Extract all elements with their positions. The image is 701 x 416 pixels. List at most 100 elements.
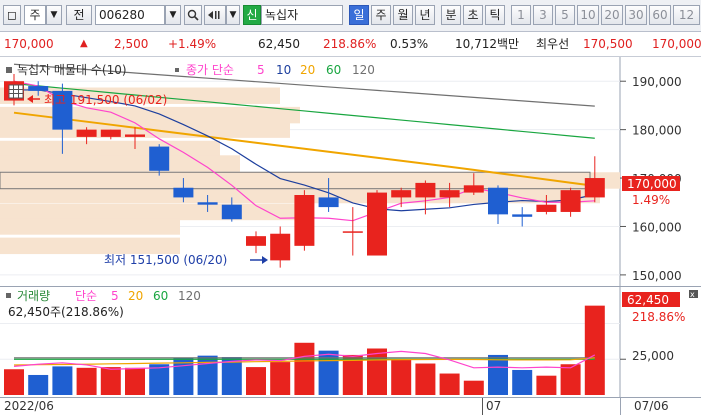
interval-30-label: 30	[628, 8, 644, 22]
interval-5-label: 5	[561, 8, 569, 22]
interval-20-label: 20	[604, 8, 620, 22]
period-year-button[interactable]: 년	[415, 5, 435, 25]
volume-chart[interactable]: 거래량 단순 5 20 60 120 62,450주(218.86%) 25,0…	[0, 287, 701, 397]
stock-name-field[interactable]: 녹십자	[261, 5, 343, 25]
candle-body	[367, 192, 387, 256]
best-ask: 170,500	[583, 37, 633, 51]
volume-bar	[584, 305, 605, 395]
turnover-rate: 0.53%	[390, 37, 429, 51]
legend-marker	[6, 67, 12, 73]
volume-bar	[149, 364, 170, 395]
volume-current-pct: 218.86%	[632, 310, 685, 324]
interval-3-button[interactable]: 3	[533, 5, 553, 25]
candle-body	[270, 233, 291, 261]
period-tick-label: 틱	[489, 8, 501, 22]
volume-current-tag-text: 62,450	[627, 293, 669, 307]
interval-10-label: 10	[580, 8, 596, 22]
interval-3-label: 3	[539, 8, 547, 22]
trade-amount: 10,712백만	[455, 37, 520, 51]
jeon-label: 전	[73, 8, 85, 22]
volume-bar	[76, 367, 97, 395]
volume-ma-label: 단순	[75, 289, 97, 303]
period-month-button[interactable]: 월	[393, 5, 413, 25]
candle-body	[197, 202, 218, 205]
prev-stock-icon[interactable]	[204, 5, 226, 25]
candle-body	[415, 182, 436, 198]
vma60-legend: 60	[153, 289, 168, 303]
volume-bar	[28, 374, 49, 395]
market-dropdown-icon[interactable]: ▼	[46, 5, 62, 25]
up-arrow-icon: ▲	[80, 38, 88, 49]
interval-60-button[interactable]: 60	[649, 5, 671, 25]
candle-body	[391, 190, 412, 198]
credit-badge[interactable]: 신	[243, 5, 261, 25]
volume-bar	[560, 364, 581, 395]
candle-body	[584, 178, 605, 198]
volume-profile-band	[0, 203, 300, 221]
code-value: 006280	[99, 8, 145, 22]
price-y-tick-label: 160,000	[632, 220, 682, 234]
vma120-legend: 120	[178, 289, 201, 303]
period-second-button[interactable]: 초	[463, 5, 483, 25]
interval-30-button[interactable]: 30	[625, 5, 647, 25]
low-annotation: 최저 151,500 (06/20)	[104, 253, 227, 267]
volume-profile-band	[0, 218, 180, 235]
price-y-tick-label: 190,000	[632, 75, 682, 89]
history-dropdown-icon[interactable]: ▼	[226, 5, 240, 25]
interval-12-label: 12	[678, 8, 695, 22]
interval-1-label: 1	[517, 8, 525, 22]
volume-y-tick: 25,000	[632, 349, 674, 363]
interval-10-button[interactable]: 10	[577, 5, 599, 25]
volume-profile-band	[0, 155, 240, 172]
jeon-button[interactable]: 전	[66, 5, 92, 25]
period-tick-button[interactable]: 틱	[485, 5, 505, 25]
candle-body	[463, 185, 484, 193]
best-quote-label: 최우선	[536, 37, 570, 51]
candle-body	[76, 129, 97, 137]
interval-20-button[interactable]: 20	[601, 5, 623, 25]
vma5-legend: 5	[111, 289, 119, 303]
volume-ratio: 218.86%	[323, 37, 377, 51]
candle-body	[342, 231, 363, 233]
price-panel-title: 녹십자 매물대 수(10)	[17, 63, 127, 77]
market-select[interactable]: 주	[24, 5, 46, 25]
interval-5-button[interactable]: 5	[555, 5, 575, 25]
current-pct-tag: 1.49%	[632, 193, 670, 207]
period-day-label: 일	[353, 8, 365, 22]
table-icon[interactable]	[8, 84, 24, 99]
volume-bar	[367, 348, 387, 395]
vma20-legend: 20	[128, 289, 143, 303]
x-axis-end-label: 07/06	[634, 399, 669, 413]
candle-body	[149, 146, 170, 171]
x-axis-divider	[620, 398, 621, 415]
x-axis-month-tick	[482, 398, 483, 415]
volume-bar	[488, 354, 508, 395]
code-input[interactable]: 006280	[95, 5, 165, 25]
candle-body	[125, 134, 145, 137]
volume-panel-title: 거래량	[17, 289, 50, 303]
volume-bar	[294, 342, 315, 395]
high-annotation: 최고 191,500 (06/02)	[44, 93, 167, 107]
interval-12-button[interactable]: 12	[673, 5, 700, 25]
code-dropdown-icon[interactable]: ▼	[165, 5, 181, 25]
period-minute-button[interactable]: 분	[441, 5, 461, 25]
ma120-legend: 120	[352, 63, 375, 77]
ma10-legend: 10	[276, 63, 291, 77]
ma60-legend: 60	[326, 63, 341, 77]
period-minute-label: 분	[445, 8, 457, 22]
ma20-legend: 20	[300, 63, 315, 77]
candle-body	[294, 195, 315, 246]
interval-1-button[interactable]: 1	[511, 5, 531, 25]
period-week-button[interactable]: 주	[371, 5, 391, 25]
window-icon[interactable]: ◻	[3, 5, 21, 25]
volume-bar	[391, 359, 412, 395]
search-icon[interactable]	[184, 5, 202, 25]
volume-bar	[536, 375, 557, 395]
period-day-button[interactable]: 일	[349, 5, 369, 25]
price-chart[interactable]: 녹십자 매물대 수(10) 종가 단순 5 10 20 60 120 최고 19…	[0, 57, 701, 287]
period-week-label: 주	[375, 8, 387, 22]
candle-body	[100, 129, 121, 137]
volume-bar	[512, 369, 533, 395]
volume-profile-band	[0, 172, 620, 189]
volume-bar	[197, 355, 218, 395]
